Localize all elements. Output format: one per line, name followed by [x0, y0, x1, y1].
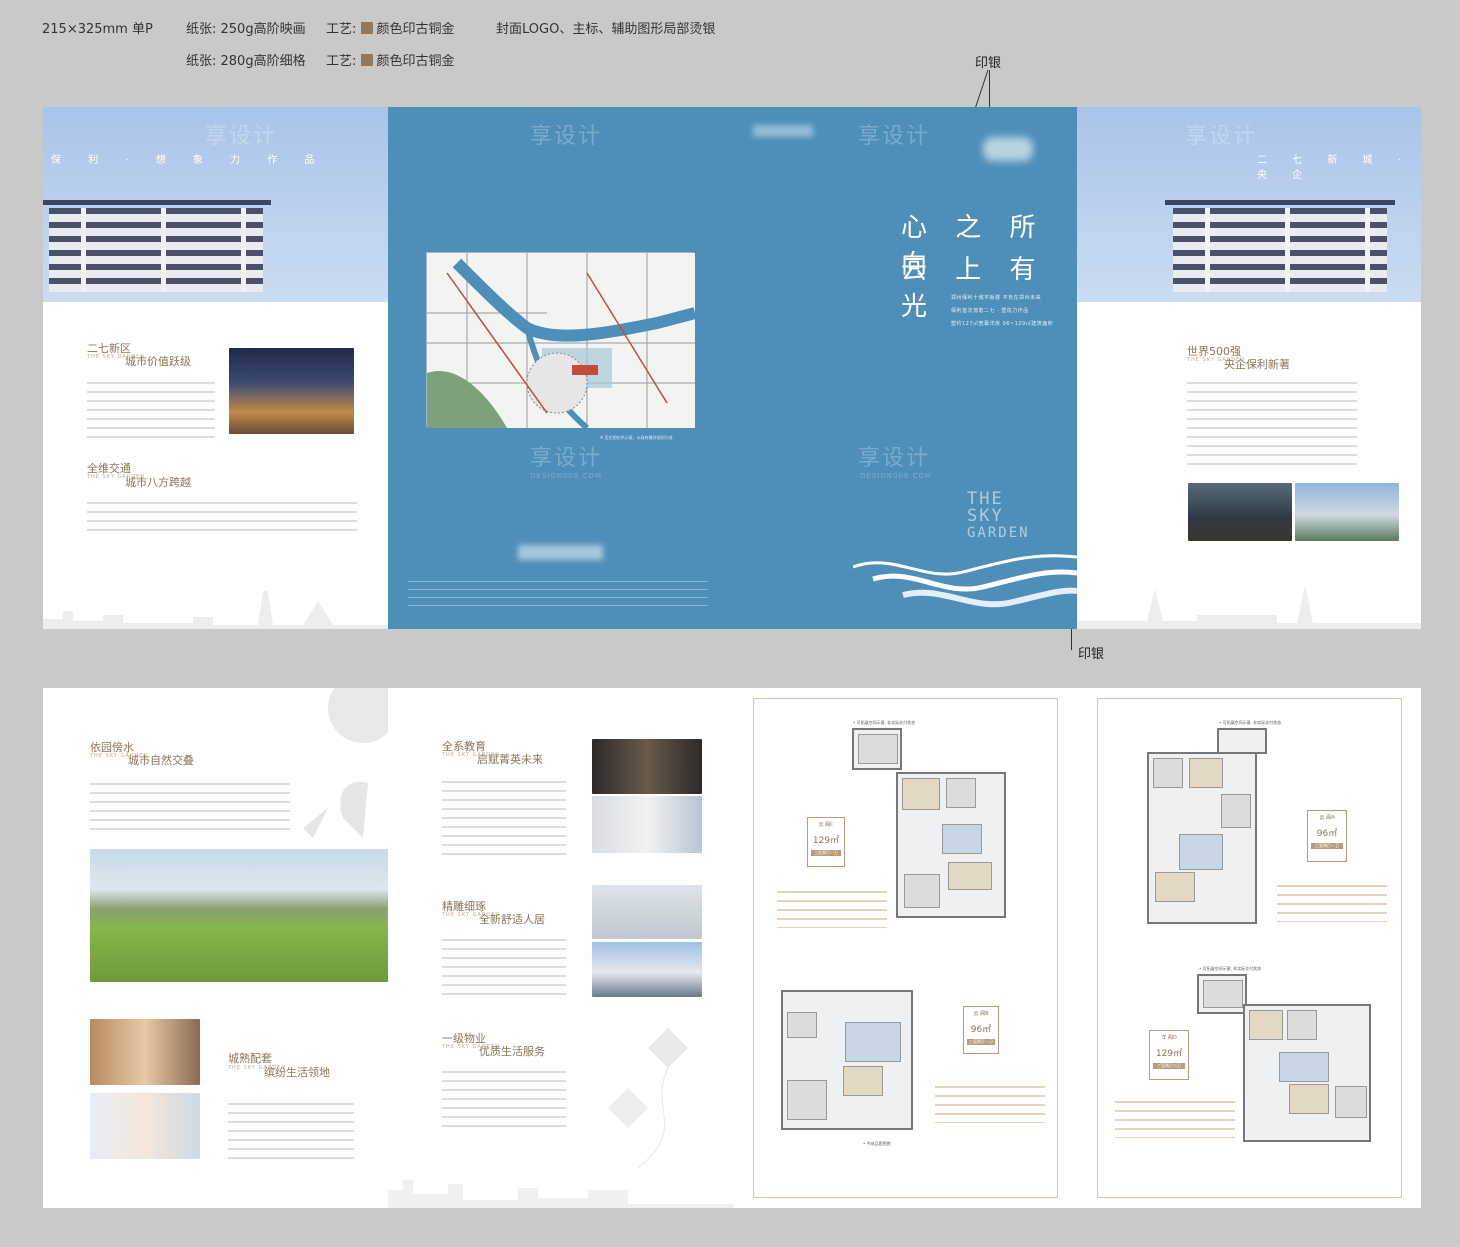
body-text-block: [442, 778, 566, 858]
plan-description: [1277, 882, 1387, 922]
skyline-illustration: [1077, 585, 1421, 629]
section-title: 城市价值跃级: [125, 355, 191, 368]
size-spec: 215×325mm 单P: [42, 22, 153, 37]
floorplan-b[interactable]: [781, 990, 913, 1130]
plan-description: [777, 888, 887, 928]
graduation-photo: [592, 739, 702, 794]
building-illustration: [1165, 200, 1395, 292]
unit-badge: 云 阁A 96㎡ 三室两厅一卫: [1307, 810, 1347, 862]
map-graphic: [427, 253, 697, 431]
spread2-page1: 依园傍水 THE SKY GARDEN 城市自然交叠 城熟配套 THE SKY …: [43, 688, 388, 1208]
floorplan-inset: [1217, 728, 1267, 754]
tower-photo: [592, 885, 702, 939]
map-caption: ※ 区位图仅供示意，以政府最终规划为准: [600, 435, 673, 440]
disclaimer-text: [408, 577, 708, 607]
body-text-block: [87, 499, 357, 537]
building-illustration: [43, 200, 271, 292]
body-text-block: [1187, 379, 1357, 469]
kite-silhouette: [608, 1028, 688, 1168]
cover-note: 封面LOGO、主标、辅助图形局部烫银: [496, 22, 716, 37]
park-photo: [90, 849, 388, 982]
plan-title: • 今成品套图赏: [863, 1141, 891, 1146]
location-map[interactable]: [426, 252, 697, 431]
blurred-text: [518, 545, 603, 560]
paper-spec-1: 纸张: 250g高阶映画: [186, 22, 306, 37]
watermark-en: DESIGN006.COM: [860, 472, 933, 480]
paper-spec-2: 纸张: 280g高阶细格: [186, 54, 306, 69]
section-title: 全新舒适人居: [479, 913, 545, 926]
spread1-page4: 二 七 新 城 · 央 企 世界500强 THE SKY GARDEN 央企保利…: [1077, 107, 1421, 629]
cover-subtext: 郑州保利十城平板楼 不负在郑州未来: [951, 295, 1042, 301]
spread2-page2: 全系教育 THE SKY GARDEN 启赋菁英未来 精雕细琢 THE SKY …: [388, 688, 733, 1208]
plan-description: [935, 1083, 1045, 1123]
body-text-block: [442, 936, 566, 996]
spread1-page1: 保 利 · 想 象 力 作 品 二七新区 THE SKY GARDEN 城市价值…: [43, 107, 388, 629]
tagline: 二 七 新 城 · 央 企: [1257, 155, 1412, 181]
cloud-logo-icon: [983, 137, 1033, 161]
silver-print-callout-bottom: 印银: [1078, 647, 1105, 662]
cover-subtext: 塑约127㎡宽幕洋房 96~129㎡建筑面积: [951, 321, 1054, 327]
floorplan-main[interactable]: [896, 772, 1006, 918]
section-title: 优质生活服务: [479, 1045, 545, 1058]
craft-spec-2: 工艺: 颜色印古铜金: [326, 54, 455, 69]
low-rise-photo: [592, 942, 702, 997]
plan-title: • 可拓展空间示意, 非实际交付状态: [1199, 966, 1262, 971]
section-title: 央企保利新著: [1224, 358, 1290, 371]
wave-graphic: [853, 554, 1077, 608]
section-title: 城市八方跨越: [125, 476, 191, 489]
city-night-photo: [229, 348, 354, 434]
spread1-page2: ※ 区位图仅供示意，以政府最终规划为准: [388, 107, 733, 629]
floorplan-inset: [1197, 974, 1247, 1014]
plan-description: [1115, 1098, 1235, 1138]
spread2-page4-floorplans: • 可拓展空间示意, 非实际交付状态 云 阁A 96㎡ 三室两厅一卫 • 可拓展空间…: [1077, 688, 1421, 1208]
plan-title: • 可拓展空间示意, 非实际交付状态: [1219, 720, 1282, 725]
gold-swatch-icon: [360, 22, 373, 34]
gold-swatch-icon: [360, 54, 373, 66]
watermark-en: DESIGN006.COM: [530, 472, 603, 480]
building-photo: [1295, 483, 1399, 541]
body-text-block: [442, 1068, 566, 1128]
project-logo-en: THE SKY GARDEN: [967, 489, 1030, 542]
craft-spec-1: 工艺: 颜色印古铜金: [326, 22, 455, 37]
cover-subtext: 保利首次落笔二七 · 塑造力作品: [951, 308, 1029, 314]
floorplan-inset: [852, 728, 902, 770]
skyline-illustration: [388, 1180, 733, 1208]
blurred-logo: [753, 125, 813, 137]
body-text-block: [228, 1100, 354, 1160]
tree-silhouette: [303, 688, 388, 838]
skyline-illustration: [43, 591, 388, 629]
section-title: 城市自然交叠: [128, 754, 194, 767]
tagline: 保 利 · 想 象 力 作 品: [51, 155, 327, 166]
unit-badge: 云 阁C 129㎡ 三室两厅一卫: [807, 817, 845, 867]
unit-badge: 洋 阁D 129㎡ 三室两厅二卫: [1149, 1030, 1189, 1080]
plan-title: • 可拓展空间示意, 非实际交付状态: [853, 720, 916, 725]
entrance-photo: [1188, 483, 1292, 541]
shopping-street-photo: [90, 1019, 200, 1085]
body-text-block: [90, 780, 290, 832]
spread1-page3-cover: 心 之 所 向 云 上 有 光 郑州保利十城平板楼 不负在郑州未来 保利首次落笔…: [733, 107, 1077, 629]
floorplan-d[interactable]: [1243, 1004, 1371, 1142]
body-text-block: [87, 379, 215, 439]
section-title: 缤纷生活领地: [264, 1066, 330, 1079]
silver-print-callout-top: 印银: [975, 56, 1002, 71]
floorplan-main[interactable]: [1147, 752, 1257, 924]
hospital-photo: [90, 1093, 200, 1159]
classroom-photo: [592, 796, 702, 853]
section-title: 启赋菁英未来: [477, 753, 543, 766]
spread2-page3-floorplans: • 可拓展空间示意, 非实际交付状态 云 阁C 129㎡ 三室两厅一卫 • 今成品套…: [733, 688, 1077, 1208]
unit-badge: 云 阁B 96㎡ 三室两厅一卫: [963, 1006, 999, 1054]
